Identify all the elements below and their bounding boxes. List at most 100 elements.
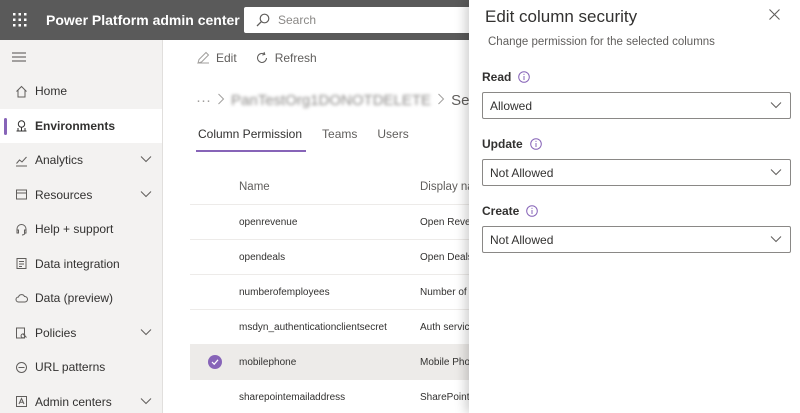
row-display-name: Auth servic [420,321,469,333]
sidebar-item-help-support[interactable]: Help + support [0,212,162,247]
info-icon[interactable] [518,71,531,83]
app-launcher-icon[interactable] [0,0,40,40]
sidebar-item-label: Resources [35,187,93,202]
table-row[interactable]: msdyn_authenticationclientsecret Auth se… [190,310,469,345]
edit-label: Edit [216,51,237,65]
environments-icon [14,119,28,133]
row-name: openrevenue [239,216,298,228]
chevron-down-icon [770,102,782,109]
chevron-down-icon [770,236,782,243]
read-label: Read [482,70,512,84]
search-placeholder: Search [278,13,317,27]
tab-users[interactable]: Users [377,124,408,154]
chevron-down-icon[interactable] [140,328,152,336]
sidebar-item-resources[interactable]: Resources [0,178,162,213]
read-field: Read Allowed [482,68,791,119]
create-field: Create Not Allowed [482,202,791,253]
sidebar-item-environments[interactable]: Environments [0,108,162,143]
sidebar-item-data-preview[interactable]: Data (preview) [0,281,162,316]
sidebar-item-label: Help + support [35,222,114,237]
read-dropdown-value: Allowed [490,98,533,113]
table-row[interactable]: openrevenue Open Rever [190,205,469,240]
edit-button[interactable]: Edit [196,51,237,65]
info-icon[interactable] [526,205,539,217]
info-icon[interactable] [529,138,542,150]
row-display-name: Open Rever [420,216,469,228]
search-box[interactable]: Search [244,7,494,33]
panel-title: Edit column security [485,7,638,26]
refresh-icon [256,51,267,63]
main-content: Edit Refresh ··· PanTestOrg1DONOTDELETE … [164,40,469,413]
breadcrumb-separator-icon [217,92,225,109]
headset-icon [14,222,28,236]
breadcrumb-separator-icon [437,92,445,109]
breadcrumb-org[interactable]: PanTestOrg1DONOTDELETE [231,92,431,109]
sidebar-item-label: Environments [35,118,116,133]
row-display-name: SharePoint [420,391,469,403]
link-icon [14,360,28,374]
app-title[interactable]: Power Platform admin center [46,12,240,28]
tab-teams[interactable]: Teams [322,124,357,154]
row-name: sharepointemailaddress [239,391,346,403]
grid-header: Name Display na [190,170,469,205]
breadcrumb-ellipsis[interactable]: ··· [196,92,211,109]
sidebar-item-label: Home [35,84,68,99]
sidebar-item-label: URL patterns [35,360,106,375]
sidebar-item-policies[interactable]: Policies [0,316,162,351]
command-bar: Edit Refresh [164,40,469,76]
table-row[interactable]: sharepointemailaddress SharePoint [190,380,469,413]
search-icon [256,13,270,27]
data-integration-icon [14,257,28,271]
sidebar-item-url-patterns[interactable]: URL patterns [0,350,162,385]
chevron-down-icon[interactable] [140,397,152,405]
sidebar: Home Environments Analytics Resources He… [0,40,163,413]
column-grid: Name Display na openrevenue Open Rever o… [190,170,469,413]
refresh-label: Refresh [274,51,317,65]
column-header-name[interactable]: Name [239,181,420,193]
edit-column-security-panel: Edit column security Change permission f… [469,0,800,413]
sidebar-item-label: Policies [35,325,77,340]
breadcrumb: ··· PanTestOrg1DONOTDELETE Settin [164,76,469,124]
tab-column-permission[interactable]: Column Permission [195,124,307,154]
sidebar-item-label: Data integration [35,256,120,271]
sidebar-item-analytics[interactable]: Analytics [0,143,162,178]
cloud-icon [14,291,28,305]
sidebar-item-admin-centers[interactable]: Admin centers [0,385,162,413]
chevron-down-icon [770,169,782,176]
chevron-down-icon[interactable] [140,155,152,163]
close-icon[interactable] [766,6,782,22]
table-row[interactable]: opendeals Open Deals [190,240,469,275]
read-dropdown[interactable]: Allowed [482,92,791,119]
home-icon [14,84,28,98]
row-display-name: Number of [420,286,467,298]
row-name: msdyn_authenticationclientsecret [239,321,387,333]
checkmark-icon[interactable] [207,355,222,369]
table-row[interactable]: numberofemployees Number of [190,275,469,310]
create-dropdown-value: Not Allowed [490,232,554,247]
policies-icon [14,326,28,340]
admin-centers-icon [14,395,28,409]
row-name: opendeals [239,251,286,263]
row-display-name: Mobile Pho [420,356,469,368]
analytics-icon [14,153,28,167]
update-label: Update [482,137,523,151]
tab-bar: Column Permission Teams Users [164,124,469,154]
column-header-display-name[interactable]: Display na [420,181,469,193]
sidebar-item-label: Admin centers [35,394,112,409]
row-name: numberofemployees [239,286,330,298]
pencil-icon [197,51,210,64]
chevron-down-icon[interactable] [140,190,152,198]
row-display-name: Open Deals [420,251,469,263]
create-dropdown[interactable]: Not Allowed [482,226,791,253]
sidebar-item-data-integration[interactable]: Data integration [0,247,162,282]
update-field: Update Not Allowed [482,135,791,186]
sidebar-item-home[interactable]: Home [0,74,162,109]
hamburger-menu-icon[interactable] [0,40,162,74]
refresh-button[interactable]: Refresh [255,51,317,65]
update-dropdown[interactable]: Not Allowed [482,159,791,186]
breadcrumb-current: Settin [451,91,469,109]
panel-subtitle: Change permission for the selected colum… [488,36,715,48]
resources-icon [14,188,28,202]
create-label: Create [482,204,520,218]
table-row-selected[interactable]: mobilephone Mobile Pho [190,345,469,380]
